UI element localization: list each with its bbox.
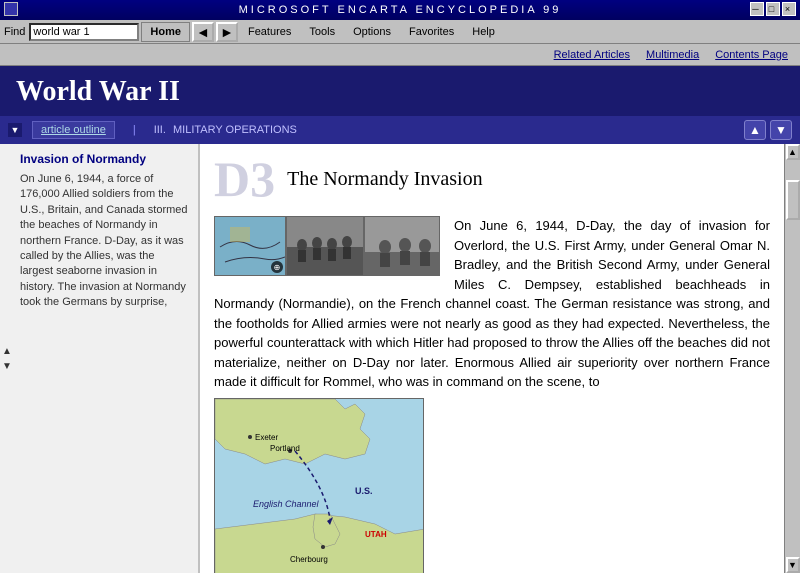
article-title: World War II [16,76,180,107]
find-label: Find [4,26,25,38]
window-controls[interactable]: ─ □ × [750,2,796,16]
sidebar-scroll-up[interactable]: ▲ [2,346,12,357]
image-1[interactable]: Lessay Crossroad ⊕ [214,216,286,276]
content-area: ▲ ▼ Invasion of Normandy On June 6, 1944… [0,144,800,573]
multimedia-link[interactable]: Multimedia [640,49,705,61]
sub-menu-bar: Related Articles Multimedia Contents Pag… [0,44,800,66]
sidebar-body-text: On June 6, 1944, a force of 176,000 Alli… [20,172,190,311]
section-down-button[interactable]: ▼ [770,120,792,140]
app-icon [4,2,18,16]
toolbar-row: ▼ article outline | III. MILITARY OPERAT… [0,116,800,144]
nav-forward-button[interactable]: ► [216,22,238,42]
sidebar-scroll-down[interactable]: ▼ [2,361,12,372]
section-heading: The Normandy Invasion [287,168,483,191]
minimize-button[interactable]: ─ [750,2,764,16]
menu-favorites[interactable]: Favorites [401,22,462,42]
image-1-expand-icon[interactable]: ⊕ [271,261,283,273]
scroll-up-button[interactable]: ▲ [786,144,800,160]
menu-features[interactable]: Features [240,22,299,42]
scrollbar[interactable]: ▲ ▼ [784,144,800,573]
menu-options[interactable]: Options [345,22,399,42]
image-2[interactable] [286,216,364,276]
sidebar-section-title: Invasion of Normandy [20,152,190,166]
scroll-down-button[interactable]: ▼ [786,557,800,573]
main-content: D3 The Normandy Invasion Lessay Crossroa… [200,144,784,573]
menu-tools[interactable]: Tools [301,22,343,42]
section-title-row: D3 The Normandy Invasion [214,154,770,204]
svg-text:U.S.: U.S. [355,486,373,496]
title-bar: MICROSOFT ENCARTA ENCYCLOPEDIA 99 ─ □ × [0,0,800,20]
svg-text:Portland: Portland [270,444,300,453]
related-articles-link[interactable]: Related Articles [548,49,636,61]
article-outline-toggle[interactable]: article outline [32,121,115,139]
section-roman: III. MILITARY OPERATIONS [154,124,297,136]
map-container: U.S. UTAH Exeter Portland English Channe… [214,398,424,573]
menu-bar: Find Home ◄ ► Features Tools Options Fav… [0,20,800,44]
svg-text:Cherbourg: Cherbourg [290,555,328,564]
article-body: Lessay Crossroad ⊕ [214,216,770,573]
home-button[interactable]: Home [141,22,190,42]
contents-page-link[interactable]: Contents Page [709,49,794,61]
app-title: MICROSOFT ENCARTA ENCYCLOPEDIA 99 [239,4,562,16]
svg-text:UTAH: UTAH [365,530,387,539]
nav-back-button[interactable]: ◄ [192,22,214,42]
article-header: World War II [0,66,800,116]
image-3[interactable] [364,216,440,276]
section-number: D3 [214,154,275,204]
close-button[interactable]: × [782,2,796,16]
sidebar: ▲ ▼ Invasion of Normandy On June 6, 1944… [0,144,200,573]
scroll-thumb[interactable] [786,180,800,220]
restore-button[interactable]: □ [766,2,780,16]
svg-text:Exeter: Exeter [255,433,278,442]
outline-toggle-arrow[interactable]: ▼ [8,123,22,137]
images-row: Lessay Crossroad ⊕ [214,216,440,276]
svg-text:English Channel: English Channel [253,499,320,509]
map-area: U.S. UTAH Exeter Portland English Channe… [214,398,424,573]
menu-help[interactable]: Help [464,22,503,42]
search-input[interactable] [29,23,139,41]
section-up-button[interactable]: ▲ [744,120,766,140]
